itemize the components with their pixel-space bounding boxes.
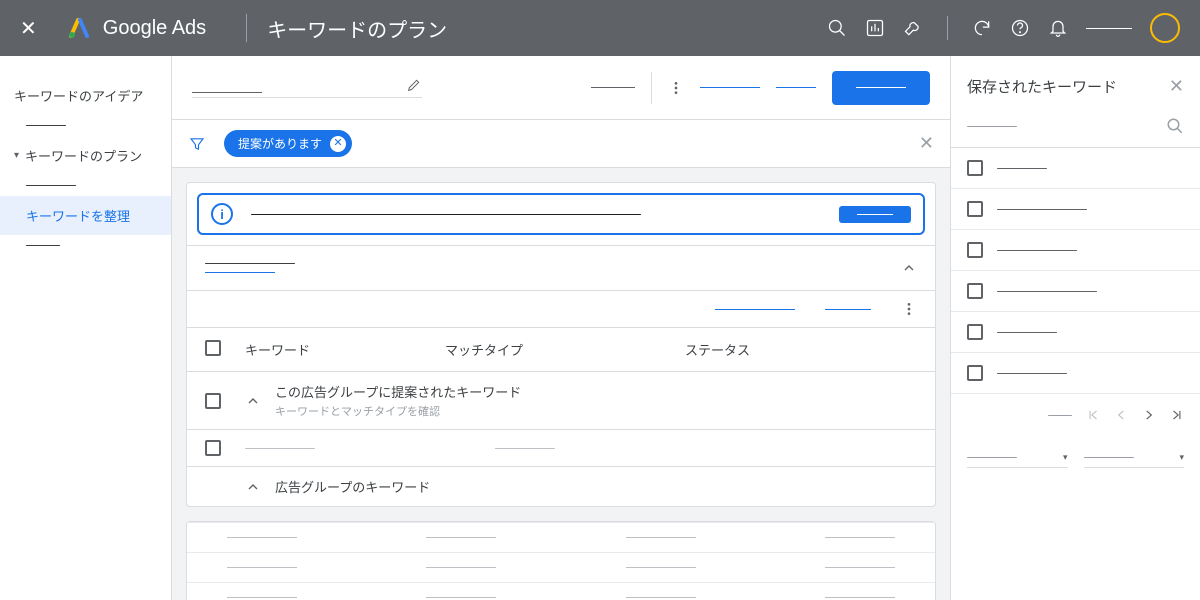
suggested-keywords-row[interactable]: この広告グループに提案されたキーワード キーワードとマッチタイプを確認 xyxy=(187,371,935,429)
item-checkbox[interactable] xyxy=(967,242,983,258)
row-checkbox[interactable] xyxy=(205,440,221,456)
account-placeholder[interactable] xyxy=(1086,28,1132,29)
sidebar-item-keyword-plan[interactable]: ▾キーワードのプラン xyxy=(0,136,171,175)
saved-keyword-item[interactable] xyxy=(951,312,1200,353)
filter-icon[interactable] xyxy=(188,135,206,153)
info-text-placeholder xyxy=(251,214,641,215)
sidebar: キーワードのアイデア ▾キーワードのプラン キーワードを整理 xyxy=(0,56,172,600)
col-keyword[interactable]: キーワード xyxy=(245,340,445,359)
avatar[interactable] xyxy=(1150,13,1180,43)
saved-keywords-panel: 保存されたキーワード ✕ ▾ ▾ xyxy=(950,56,1200,600)
skeleton-panel xyxy=(186,521,936,600)
refresh-icon[interactable] xyxy=(972,18,992,38)
more-icon[interactable] xyxy=(668,80,684,96)
chip-remove-icon[interactable]: ✕ xyxy=(330,136,346,152)
item-checkbox[interactable] xyxy=(967,324,983,340)
main-content: 提案があります ✕ ✕ i xyxy=(172,56,950,600)
close-button[interactable]: ✕ xyxy=(20,16,37,41)
help-icon[interactable] xyxy=(1010,18,1030,38)
search-icon[interactable] xyxy=(1166,117,1184,135)
next-page-icon[interactable] xyxy=(1142,408,1156,422)
header-actions xyxy=(827,13,1180,43)
rp-footer: ▾ ▾ xyxy=(951,436,1200,484)
header-divider xyxy=(246,14,247,42)
row-checkbox[interactable] xyxy=(205,393,221,409)
topbar-link-2[interactable] xyxy=(776,87,816,88)
item-checkbox[interactable] xyxy=(967,160,983,176)
filter-chip-suggestions[interactable]: 提案があります ✕ xyxy=(224,130,352,157)
skeleton-row xyxy=(187,582,935,600)
divider xyxy=(651,72,652,104)
adgroup-header[interactable] xyxy=(187,245,935,290)
notifications-icon[interactable] xyxy=(1048,18,1068,38)
adgroup-keywords-row[interactable]: 広告グループのキーワード xyxy=(187,466,935,506)
search-icon[interactable] xyxy=(827,18,847,38)
header-divider-2 xyxy=(947,16,948,40)
dropdown-2[interactable]: ▾ xyxy=(1084,452,1185,468)
plan-topbar xyxy=(172,56,950,120)
dropdown-1[interactable]: ▾ xyxy=(967,452,1068,468)
reports-icon[interactable] xyxy=(865,18,885,38)
sidebar-item-organize-keywords[interactable]: キーワードを整理 xyxy=(0,196,171,235)
plan-name-field[interactable] xyxy=(192,77,422,98)
sidebar-sub-placeholder-2[interactable] xyxy=(0,175,171,196)
prev-page-icon[interactable] xyxy=(1114,408,1128,422)
info-icon: i xyxy=(211,203,233,225)
skeleton-row xyxy=(187,552,935,582)
topbar-placeholder xyxy=(591,87,635,88)
info-banner: i xyxy=(197,193,925,235)
google-ads-logo-icon xyxy=(67,16,91,40)
tools-icon[interactable] xyxy=(903,18,923,38)
saved-keyword-item[interactable] xyxy=(951,148,1200,189)
page-title: キーワードのプラン xyxy=(267,14,447,43)
info-action-button[interactable] xyxy=(839,206,911,223)
group-more-icon[interactable] xyxy=(901,301,917,317)
item-checkbox[interactable] xyxy=(967,201,983,217)
saved-keyword-item[interactable] xyxy=(951,189,1200,230)
expand-icon[interactable] xyxy=(245,393,261,409)
row-title: 広告グループのキーワード xyxy=(275,477,917,496)
expand-icon[interactable] xyxy=(245,479,261,495)
rp-pagination xyxy=(951,394,1200,436)
skeleton-row xyxy=(187,522,935,552)
topbar-link-1[interactable] xyxy=(700,87,760,88)
saved-keyword-item[interactable] xyxy=(951,353,1200,394)
app-header: ✕ Google Ads キーワードのプラン xyxy=(0,0,1200,56)
item-checkbox[interactable] xyxy=(967,365,983,381)
col-matchtype[interactable]: マッチタイプ xyxy=(445,340,685,359)
row-title: この広告グループに提案されたキーワード xyxy=(275,382,917,401)
brand-name: Google Ads xyxy=(103,17,206,40)
sidebar-sub-placeholder-3[interactable] xyxy=(0,235,171,256)
sidebar-item-keyword-ideas[interactable]: キーワードのアイデア xyxy=(0,76,171,115)
filter-bar-close[interactable]: ✕ xyxy=(919,133,934,154)
rp-title: 保存されたキーワード xyxy=(967,76,1117,97)
group-action-link-2[interactable] xyxy=(825,309,871,310)
collapse-icon[interactable] xyxy=(901,260,917,276)
primary-action-button[interactable] xyxy=(832,71,930,105)
sidebar-sub-placeholder-1[interactable] xyxy=(0,115,171,136)
last-page-icon[interactable] xyxy=(1170,408,1184,422)
chip-label: 提案があります xyxy=(238,135,322,152)
edit-icon[interactable] xyxy=(406,77,422,93)
row-subtitle: キーワードとマッチタイプを確認 xyxy=(275,403,917,419)
saved-keyword-item[interactable] xyxy=(951,230,1200,271)
keywords-panel: i xyxy=(186,182,936,507)
keyword-row[interactable] xyxy=(187,429,935,466)
filter-bar: 提案があります ✕ ✕ xyxy=(172,120,950,168)
select-all-checkbox[interactable] xyxy=(205,340,221,356)
col-status[interactable]: ステータス xyxy=(685,340,917,359)
sidebar-item-label: キーワードのプラン xyxy=(25,146,142,165)
rp-search[interactable] xyxy=(951,117,1200,148)
group-actions xyxy=(187,290,935,327)
group-action-link-1[interactable] xyxy=(715,309,795,310)
table-header: キーワード マッチタイプ ステータス xyxy=(187,327,935,371)
saved-keyword-item[interactable] xyxy=(951,271,1200,312)
first-page-icon[interactable] xyxy=(1086,408,1100,422)
item-checkbox[interactable] xyxy=(967,283,983,299)
rp-close[interactable]: ✕ xyxy=(1169,76,1184,97)
